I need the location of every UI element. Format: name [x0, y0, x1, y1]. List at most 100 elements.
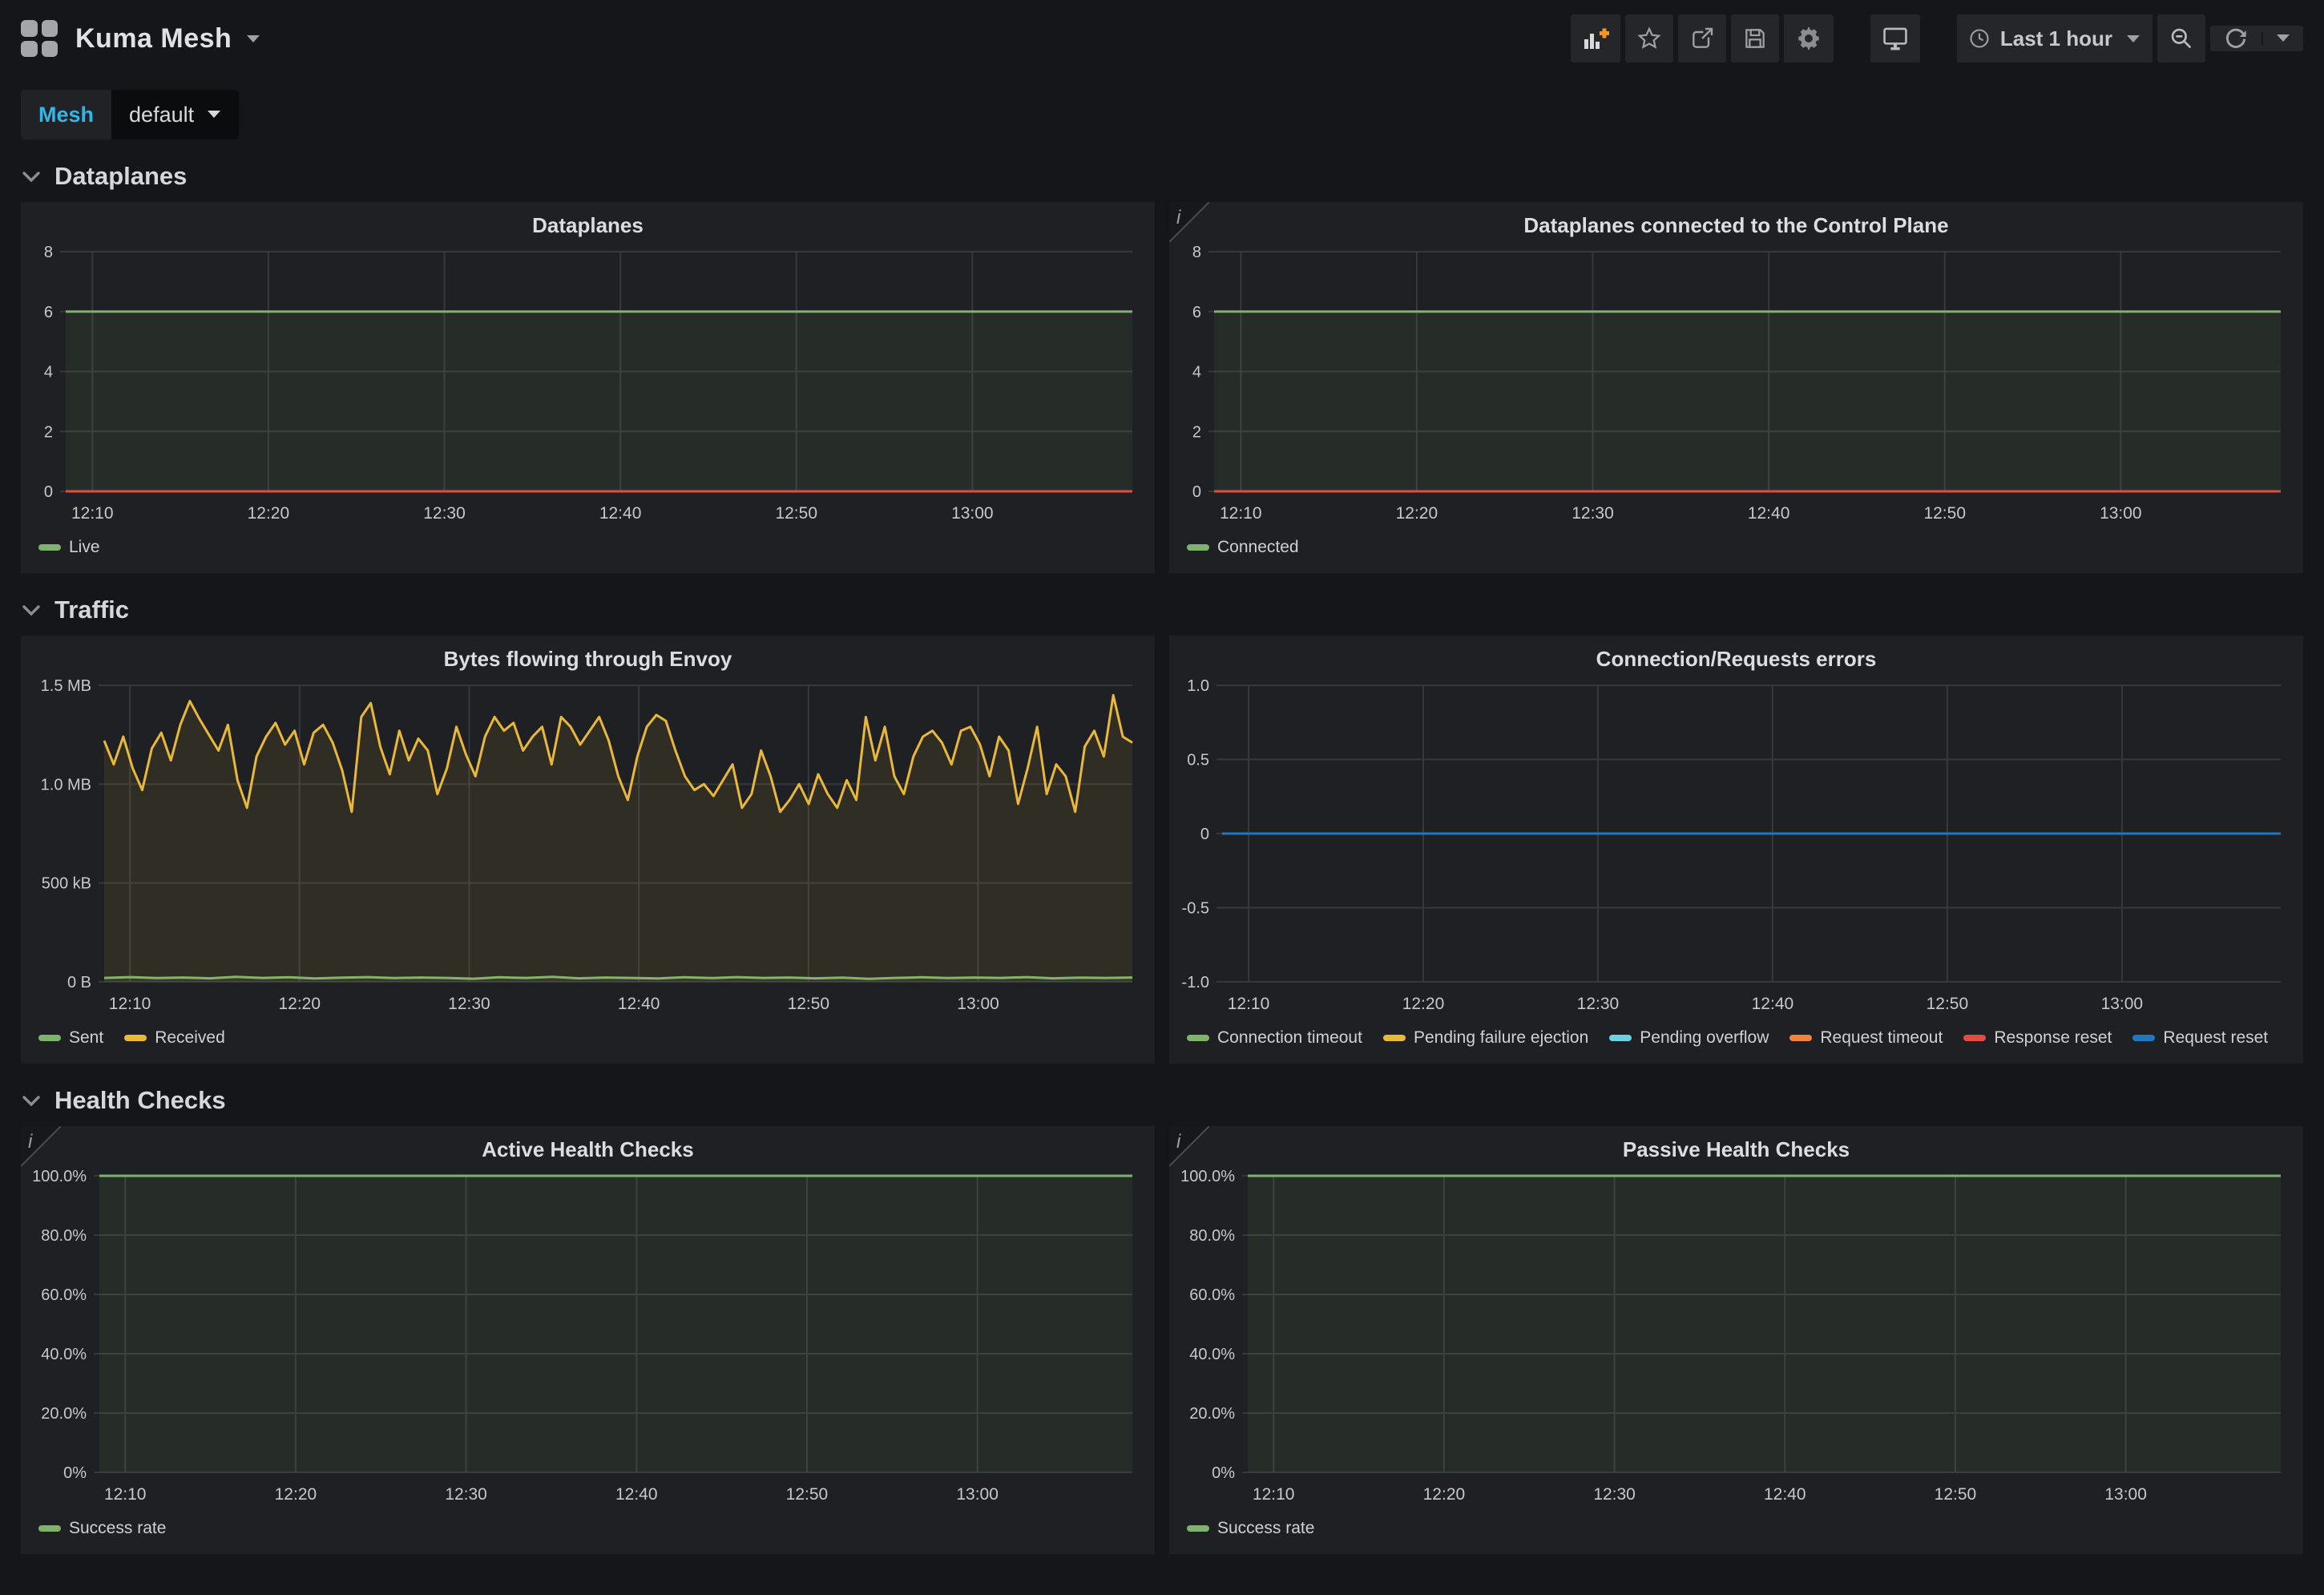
svg-text:12:40: 12:40: [1752, 995, 1794, 1013]
svg-text:12:10: 12:10: [104, 1485, 147, 1504]
legend-label: Success rate: [1217, 1519, 1314, 1538]
legend-label: Received: [155, 1028, 225, 1048]
legend-label: Pending failure ejection: [1414, 1028, 1588, 1048]
svg-text:12:30: 12:30: [445, 1485, 487, 1504]
legend-item[interactable]: Pending overflow: [1609, 1028, 1769, 1048]
dashboard-submenu: Mesh default: [0, 77, 2324, 139]
legend-item[interactable]: Connected: [1187, 538, 1299, 557]
svg-text:12:50: 12:50: [786, 1485, 829, 1504]
svg-text:12:10: 12:10: [71, 504, 114, 523]
chevron-down-icon: [21, 169, 42, 184]
share-button[interactable]: [1678, 14, 1726, 63]
refresh-interval-button[interactable]: [2263, 26, 2303, 51]
star-button[interactable]: [1625, 14, 1673, 63]
legend-item[interactable]: Sent: [38, 1028, 103, 1048]
legend-swatch-icon: [2132, 1035, 2155, 1041]
legend-swatch-icon: [1187, 1525, 1209, 1532]
panel-title[interactable]: Bytes flowing through Envoy: [21, 636, 1155, 677]
tv-mode-button[interactable]: [1870, 14, 1920, 63]
svg-text:0%: 0%: [63, 1464, 87, 1482]
variable-value: default: [129, 103, 194, 127]
legend-item[interactable]: Response reset: [1963, 1028, 2112, 1048]
svg-text:i: i: [1176, 1131, 1181, 1153]
legend-item[interactable]: Connection timeout: [1187, 1028, 1362, 1048]
chart-passive-health-checks[interactable]: 0%20.0%40.0%60.0%80.0%100.0%12:1012:2012…: [1169, 1168, 2303, 1513]
legend-label: Success rate: [69, 1519, 166, 1538]
refresh-button[interactable]: [2210, 26, 2261, 51]
svg-text:12:10: 12:10: [1253, 1485, 1295, 1504]
legend-item[interactable]: Pending failure ejection: [1383, 1028, 1588, 1048]
section-header-health-checks[interactable]: Health Checks: [0, 1064, 2324, 1126]
svg-text:12:50: 12:50: [788, 995, 830, 1013]
chart-bytes-envoy[interactable]: 0 B500 kB1.0 MB1.5 MB12:1012:2012:3012:4…: [21, 677, 1155, 1023]
svg-text:0%: 0%: [1212, 1464, 1235, 1482]
svg-text:13:00: 13:00: [2104, 1485, 2147, 1504]
variable-value-dropdown[interactable]: default: [111, 90, 239, 139]
legend-item[interactable]: Request timeout: [1789, 1028, 1943, 1048]
time-range-picker[interactable]: Last 1 hour: [1957, 14, 2153, 63]
svg-text:4: 4: [44, 364, 53, 382]
info-corner-icon[interactable]: i: [1169, 202, 1209, 242]
caret-down-icon[interactable]: [244, 33, 262, 44]
legend-item[interactable]: Request reset: [2132, 1028, 2268, 1048]
svg-text:20.0%: 20.0%: [1189, 1405, 1235, 1423]
svg-text:6: 6: [1192, 304, 1201, 321]
bar-chart-plus-icon: [1582, 26, 1609, 51]
svg-text:60.0%: 60.0%: [41, 1286, 87, 1304]
panel-title[interactable]: Dataplanes: [21, 202, 1155, 244]
legend-dataplanes-connected: Connected: [1169, 532, 2303, 573]
svg-text:1.0: 1.0: [1187, 677, 1209, 695]
svg-text:0.5: 0.5: [1187, 752, 1209, 769]
svg-text:12:20: 12:20: [248, 504, 290, 523]
legend-passive-health-checks: Success rate: [1169, 1513, 2303, 1554]
svg-text:12:50: 12:50: [1935, 1485, 1977, 1504]
svg-text:80.0%: 80.0%: [1189, 1227, 1235, 1245]
section-title: Health Checks: [54, 1086, 226, 1115]
save-button[interactable]: [1731, 14, 1779, 63]
legend-swatch-icon: [1187, 544, 1209, 551]
svg-text:80.0%: 80.0%: [41, 1227, 87, 1245]
svg-text:6: 6: [44, 304, 53, 321]
svg-text:12:50: 12:50: [1927, 995, 1969, 1013]
time-range-label: Last 1 hour: [2000, 26, 2112, 51]
settings-button[interactable]: [1784, 14, 1834, 63]
top-navbar: Kuma Mesh: [0, 0, 2324, 77]
svg-text:20.0%: 20.0%: [41, 1405, 87, 1423]
svg-text:12:30: 12:30: [423, 504, 466, 523]
dashboard-title[interactable]: Kuma Mesh: [75, 23, 232, 55]
zoom-out-button[interactable]: [2157, 14, 2205, 63]
info-corner-icon[interactable]: i: [21, 1126, 61, 1166]
panel-title[interactable]: Passive Health Checks: [1169, 1126, 2303, 1168]
panel-title[interactable]: Dataplanes connected to the Control Plan…: [1169, 202, 2303, 244]
section-title: Traffic: [54, 596, 129, 624]
svg-text:8: 8: [44, 244, 53, 261]
svg-text:4: 4: [1192, 364, 1201, 382]
panel-dataplanes-connected: Dataplanes connected to the Control Plan…: [1169, 202, 2303, 573]
legend-item[interactable]: Received: [124, 1028, 225, 1048]
svg-text:12:40: 12:40: [1748, 504, 1790, 523]
panel-active-health-checks: Active Health Checks 0% 20.0% 40.0% 60.0% 80…: [21, 1126, 1155, 1554]
svg-text:40.0%: 40.0%: [41, 1346, 87, 1363]
add-panel-button[interactable]: [1571, 14, 1620, 63]
section-header-dataplanes[interactable]: Dataplanes: [0, 139, 2324, 202]
chart-dataplanes[interactable]: 0246812:1012:2012:3012:4012:5013:00: [21, 244, 1155, 532]
chart-connection-errors[interactable]: -1.0-0.500.51.012:1012:2012:3012:4012:50…: [1169, 677, 2303, 1023]
dashboard-grid-icon[interactable]: [21, 20, 58, 57]
section-header-traffic[interactable]: Traffic: [0, 573, 2324, 636]
chart-dataplanes-connected[interactable]: 0246812:1012:2012:3012:4012:5013:00: [1169, 244, 2303, 532]
panel-title[interactable]: Connection/Requests errors: [1169, 636, 2303, 677]
legend-item[interactable]: Success rate: [1187, 1519, 1314, 1538]
refresh-split-button: [2210, 26, 2303, 51]
chevron-down-icon: [21, 603, 42, 617]
chart-active-health-checks[interactable]: 0%20.0%40.0%60.0%80.0%100.0%12:1012:2012…: [21, 1168, 1155, 1513]
share-icon: [1689, 26, 1715, 51]
legend-dataplanes: Live: [21, 532, 1155, 573]
legend-swatch-icon: [124, 1035, 147, 1041]
legend-item[interactable]: Live: [38, 538, 100, 557]
panel-title[interactable]: Active Health Checks: [21, 1126, 1155, 1168]
variable-mesh: Mesh default: [21, 90, 239, 139]
info-corner-icon[interactable]: i: [1169, 1126, 1209, 1166]
clock-icon: [1968, 27, 1991, 50]
legend-item[interactable]: Success rate: [38, 1519, 166, 1538]
caret-down-icon: [207, 110, 221, 119]
